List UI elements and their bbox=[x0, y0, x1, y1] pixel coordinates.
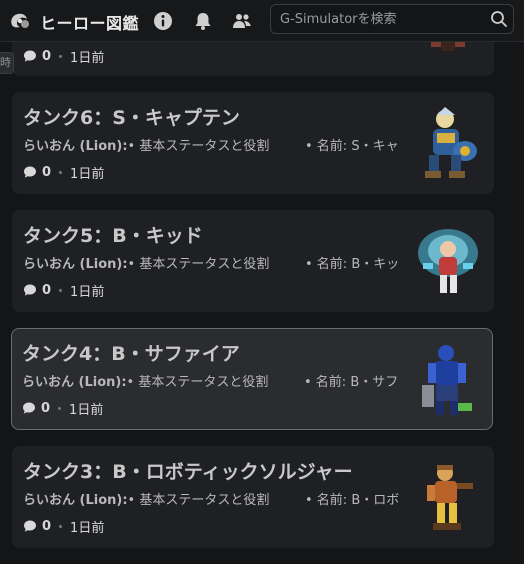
hero-thumbnail bbox=[418, 229, 478, 293]
separator-dot bbox=[59, 54, 63, 58]
card-meta: • 名前: B・キッ bbox=[305, 257, 400, 271]
card-title[interactable]: タンク5：B・キッド bbox=[23, 221, 203, 248]
post-time: 1日前 bbox=[70, 50, 105, 66]
card-author: らいおん (Lion): bbox=[23, 139, 128, 153]
card-summary: らいおん (Lion):• 基本ステータスと役割 • 名前: S・キャ bbox=[23, 135, 413, 153]
card-footer: 0 1日前 bbox=[22, 399, 104, 418]
card-footer: 0 1日前 bbox=[23, 163, 105, 182]
comment-icon bbox=[23, 402, 35, 414]
card-summary-text: • 基本ステータスと役割 bbox=[127, 257, 270, 271]
comment-icon bbox=[24, 520, 36, 532]
card-author: らいおん (Lion): bbox=[22, 375, 127, 389]
card-summary: らいおん (Lion):• 基本ステータスと役割 • 名前: B・ロボ bbox=[23, 489, 413, 507]
comment-icon bbox=[24, 166, 36, 178]
separator-dot bbox=[59, 170, 63, 174]
card-summary-text: • 基本ステータスと役割 bbox=[126, 375, 269, 389]
card-summary: らいおん (Lion):• 基本ステータスと役割 • 名前: B・キッ bbox=[23, 253, 413, 271]
card-summary-text: • 基本ステータスと役割 bbox=[127, 493, 270, 507]
comment-count: 0 bbox=[42, 518, 52, 534]
comment-count: 0 bbox=[42, 282, 52, 298]
bell-icon[interactable] bbox=[192, 10, 214, 32]
hero-card[interactable]: タンク4：B・サファイア らいおん (Lion):• 基本ステータスと役割 • … bbox=[11, 328, 493, 430]
side-tab[interactable]: 時 bbox=[0, 52, 14, 74]
card-footer: 0 1日前 bbox=[23, 47, 105, 66]
post-time: 1日前 bbox=[70, 520, 105, 536]
post-time: 1日前 bbox=[70, 166, 105, 182]
card-footer: 0 1日前 bbox=[23, 517, 105, 536]
hero-thumbnail bbox=[427, 465, 473, 530]
card-title[interactable]: タンク6：S・キャプテン bbox=[23, 103, 240, 130]
search-input[interactable] bbox=[271, 5, 481, 33]
card-title[interactable]: タンク3：B・ロボティックソルジャー bbox=[23, 457, 353, 484]
card-title[interactable]: タンク4：B・サファイア bbox=[22, 339, 240, 366]
users-icon[interactable] bbox=[231, 10, 253, 32]
card-author: らいおん (Lion): bbox=[23, 493, 128, 507]
comment-count: 0 bbox=[42, 164, 52, 180]
separator-dot bbox=[58, 406, 62, 410]
comment-icon bbox=[24, 284, 36, 296]
comment-count: 0 bbox=[41, 400, 51, 416]
card-meta: • 名前: B・ロボ bbox=[305, 493, 400, 507]
card-footer: 0 1日前 bbox=[23, 281, 105, 300]
card-meta: • 名前: S・キャ bbox=[305, 139, 399, 153]
comment-count: 0 bbox=[42, 48, 52, 64]
separator-dot bbox=[59, 288, 63, 292]
search-box bbox=[270, 4, 514, 34]
card-summary: らいおん (Lion):• 基本ステータスと役割 • 名前: B・サフ bbox=[22, 371, 412, 389]
separator-dot bbox=[59, 524, 63, 528]
top-header: ヒーロー図鑑 bbox=[0, 0, 524, 42]
hero-card[interactable]: タンク5：B・キッド らいおん (Lion):• 基本ステータスと役割 • 名前… bbox=[12, 210, 494, 312]
post-time: 1日前 bbox=[70, 284, 105, 300]
hero-thumbnail bbox=[425, 107, 477, 178]
card-summary-text: • 基本ステータスと役割 bbox=[127, 139, 270, 153]
hero-card[interactable]: タンク6：S・キャプテン らいおん (Lion):• 基本ステータスと役割 • … bbox=[12, 92, 494, 194]
hero-thumbnail bbox=[422, 345, 472, 415]
search-icon[interactable] bbox=[489, 9, 509, 29]
info-icon[interactable] bbox=[152, 10, 174, 32]
site-title[interactable]: ヒーロー図鑑 bbox=[40, 10, 139, 34]
card-author: らいおん (Lion): bbox=[23, 257, 128, 271]
card-meta: • 名前: B・サフ bbox=[304, 375, 399, 389]
comment-icon bbox=[24, 50, 36, 62]
site-logo-icon[interactable] bbox=[8, 9, 32, 31]
post-time: 1日前 bbox=[69, 402, 104, 418]
hero-card[interactable]: タンク3：B・ロボティックソルジャー らいおん (Lion):• 基本ステータス… bbox=[12, 446, 494, 548]
hero-card-partial[interactable]: 0 1日前 bbox=[12, 17, 494, 76]
